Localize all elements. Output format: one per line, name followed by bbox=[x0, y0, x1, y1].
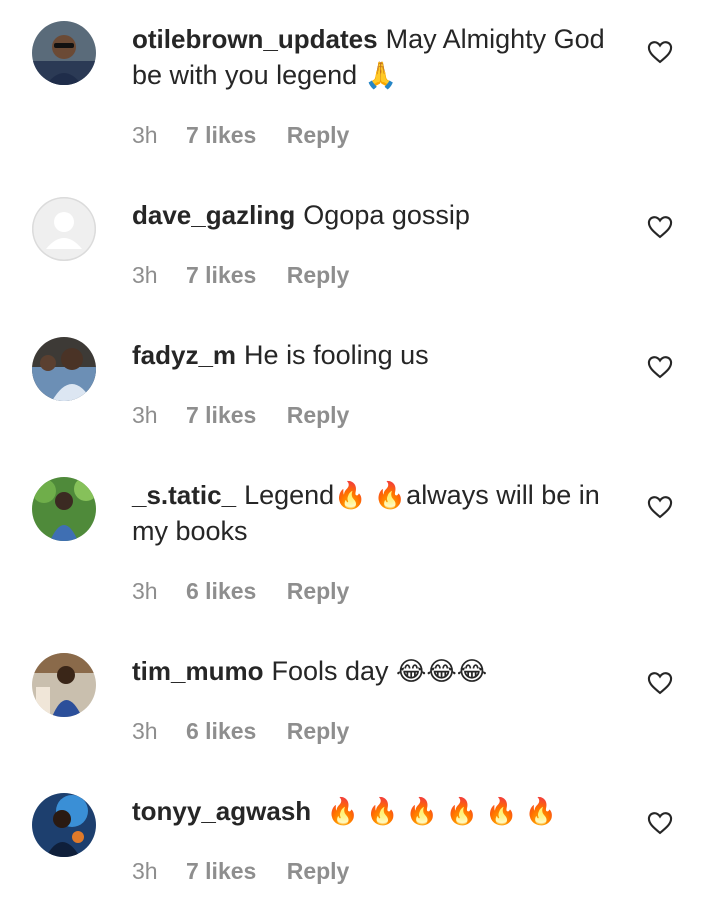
comment-timestamp: 3h bbox=[132, 858, 158, 884]
comment-emoji: 🔥 🔥 🔥 🔥 🔥 🔥 bbox=[326, 796, 558, 826]
reply-button[interactable]: Reply bbox=[287, 718, 350, 744]
avatar[interactable] bbox=[32, 653, 96, 717]
heart-outline-icon[interactable] bbox=[646, 669, 674, 697]
avatar[interactable] bbox=[32, 21, 96, 85]
reply-button[interactable]: Reply bbox=[287, 262, 350, 288]
reply-button[interactable]: Reply bbox=[287, 122, 350, 148]
comment-likes-count[interactable]: 6 likes bbox=[186, 718, 256, 744]
comment-timestamp: 3h bbox=[132, 718, 158, 744]
reply-button[interactable]: Reply bbox=[287, 402, 350, 428]
comment-emoji: 🔥 🔥 bbox=[334, 480, 407, 510]
comment-username[interactable]: fadyz_m bbox=[132, 340, 236, 370]
comment-username[interactable]: otilebrown_updates bbox=[132, 24, 378, 54]
heart-outline-icon[interactable] bbox=[646, 38, 674, 66]
comment-timestamp: 3h bbox=[132, 402, 158, 428]
reply-button[interactable]: Reply bbox=[287, 858, 350, 884]
heart-outline-icon[interactable] bbox=[646, 809, 674, 837]
comment-likes-count[interactable]: 6 likes bbox=[186, 578, 256, 604]
comment-likes-count[interactable]: 7 likes bbox=[186, 858, 256, 884]
comment-timestamp: 3h bbox=[132, 122, 158, 148]
comment-text: Ogopa gossip bbox=[303, 200, 470, 230]
heart-outline-icon[interactable] bbox=[646, 213, 674, 241]
comment-text: Fools day bbox=[271, 656, 389, 686]
comment-timestamp: 3h bbox=[132, 578, 158, 604]
comment-username[interactable]: tim_mumo bbox=[132, 656, 263, 686]
avatar[interactable] bbox=[32, 337, 96, 401]
comment-timestamp: 3h bbox=[132, 262, 158, 288]
comment-text: He is fooling us bbox=[244, 340, 429, 370]
comment-likes-count[interactable]: 7 likes bbox=[186, 122, 256, 148]
heart-outline-icon[interactable] bbox=[646, 353, 674, 381]
comment-likes-count[interactable]: 7 likes bbox=[186, 402, 256, 428]
comment-emoji: 😂😂😂 bbox=[396, 656, 488, 686]
comment-username[interactable]: tonyy_agwash bbox=[132, 796, 311, 826]
comment-text: Legend bbox=[244, 480, 335, 510]
heart-outline-icon[interactable] bbox=[646, 493, 674, 521]
comment-emoji: 🙏 bbox=[364, 60, 398, 90]
avatar[interactable] bbox=[32, 197, 96, 261]
avatar[interactable] bbox=[32, 793, 96, 857]
reply-button[interactable]: Reply bbox=[287, 578, 350, 604]
comment-likes-count[interactable]: 7 likes bbox=[186, 262, 256, 288]
avatar[interactable] bbox=[32, 477, 96, 541]
comment-username[interactable]: dave_gazling bbox=[132, 200, 295, 230]
comment-username[interactable]: _s.tatic_ bbox=[132, 480, 236, 510]
